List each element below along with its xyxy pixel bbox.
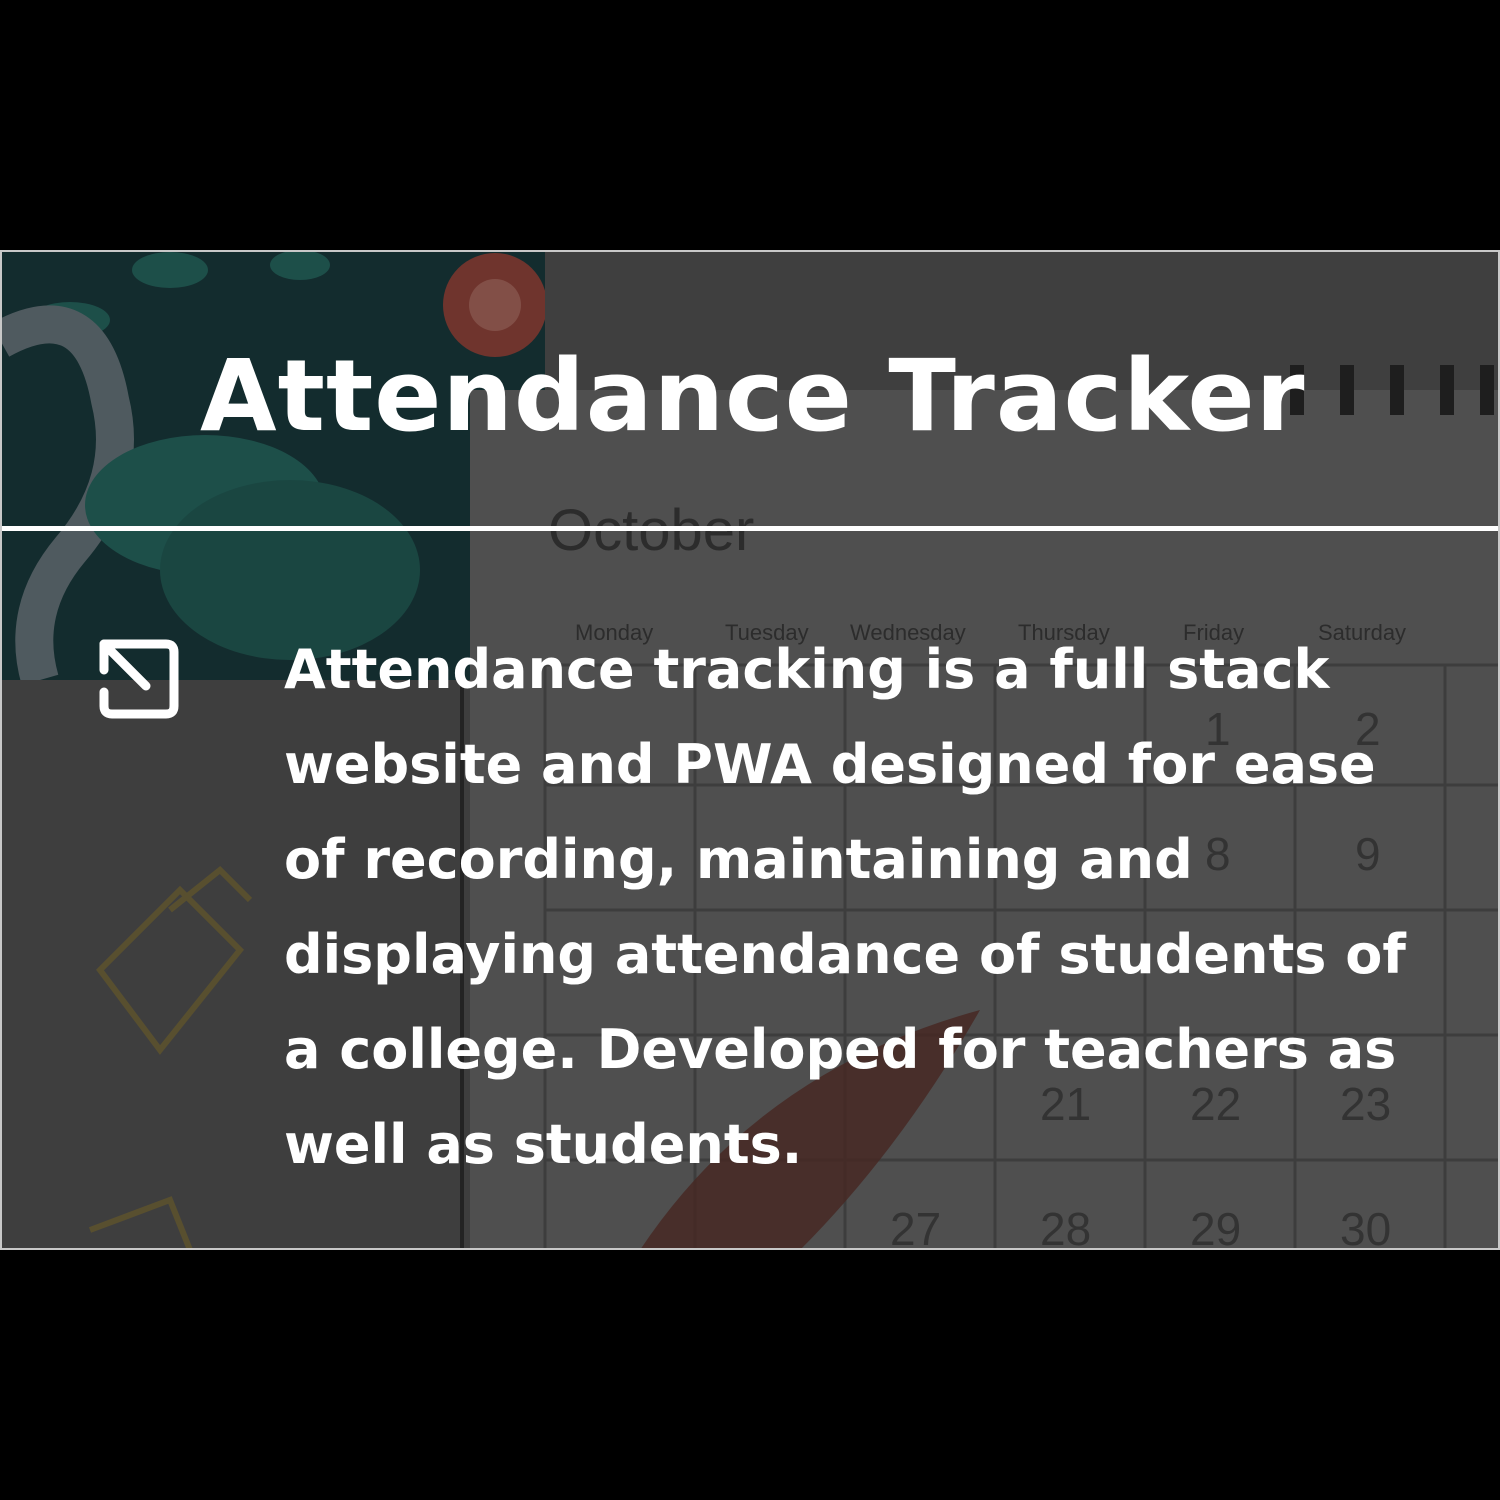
calendar-date: 28 (1040, 1203, 1091, 1250)
project-card[interactable]: October Monday Tuesday Wednesday Thursda… (0, 250, 1500, 1250)
open-in-new-icon[interactable] (96, 636, 182, 722)
project-title: Attendance Tracker (200, 339, 1306, 454)
title-band: Attendance Tracker (0, 250, 1500, 531)
calendar-date: 27 (890, 1203, 941, 1250)
calendar-date: 29 (1190, 1203, 1241, 1250)
project-description: Attendance tracking is a full stack webs… (284, 638, 1406, 1176)
calendar-date: 30 (1340, 1203, 1391, 1250)
